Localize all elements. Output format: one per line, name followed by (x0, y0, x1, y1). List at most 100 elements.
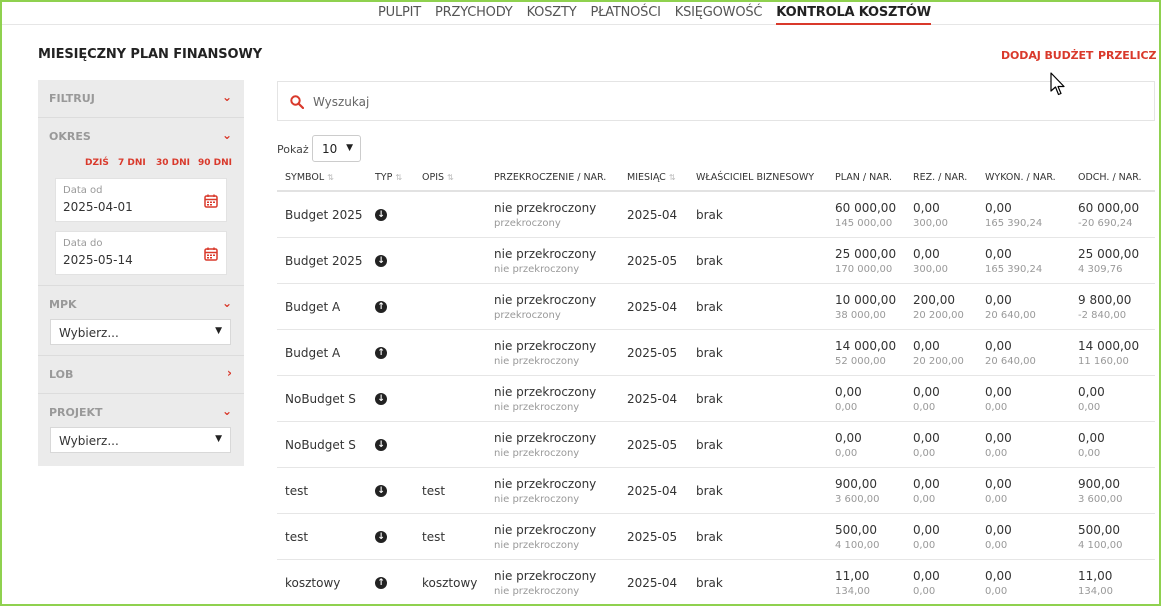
cell-rez: 0,00 (913, 201, 940, 215)
cell-miesiac: 2025-05 (627, 438, 678, 452)
recalculate-button[interactable]: PRZELICZ (1098, 49, 1156, 62)
search-icon (290, 95, 304, 109)
cell-przekroczenie: nie przekroczony (494, 247, 597, 261)
search-input[interactable]: Wyszukaj (277, 81, 1155, 121)
cell-symbol: Budget 2025 (285, 208, 363, 222)
cell-odch: 14 000,00 (1078, 339, 1140, 353)
cell-wlasciciel: brak (696, 254, 723, 268)
nav-item-koszty[interactable]: KOSZTY (527, 5, 577, 25)
cell-symbol: NoBudget S (285, 392, 356, 406)
cell-plan-nar: 52 000,00 (835, 356, 886, 367)
cell-wyk: 0,00 (985, 339, 1012, 353)
col-header-wlasciciel[interactable]: WŁAŚCICIEL BIZNESOWY (696, 172, 814, 183)
col-header-wykon[interactable]: WYKON. / NAR. (985, 172, 1056, 183)
cell-rez-nar: 0,00 (913, 586, 936, 597)
calendar-icon[interactable] (204, 247, 218, 261)
cell-symbol: test (285, 530, 309, 544)
cell-rez: 0,00 (913, 523, 940, 537)
project-select[interactable]: Wybierz... ▼ (50, 427, 231, 453)
cell-przekroczenie-nar: nie przekroczony (494, 540, 580, 551)
cell-przekroczenie: nie przekroczony (494, 201, 597, 215)
chevron-down-icon: ⌄ (221, 404, 232, 418)
nav-item-pulpit[interactable]: PULPIT (378, 5, 421, 25)
mpk-select[interactable]: Wybierz... ▼ (50, 319, 231, 345)
nav-item-przychody[interactable]: PRZYCHODY (435, 5, 513, 25)
filter-sidebar: FILTRUJ ⌄ OKRES ⌄ DZIŚ 7 DNI 30 DNI 90 D… (38, 80, 244, 466)
cell-odch-nar: -2 840,00 (1078, 310, 1127, 321)
cell-plan: 10 000,00 (835, 293, 897, 307)
cell-rez-nar: 300,00 (913, 264, 948, 275)
col-header-rez[interactable]: REZ. / NAR. (913, 172, 967, 183)
table-row[interactable]: Budget 2025 ↓ nie przekroczony przekroczony… (277, 192, 1155, 238)
col-header-opis[interactable]: OPIS ⇅ (422, 172, 454, 183)
lob-label: LOB (49, 368, 74, 381)
cell-wlasciciel: brak (696, 208, 723, 222)
col-header-miesiac[interactable]: MIESIĄC ⇅ (627, 172, 676, 183)
page-size-select[interactable]: 10 ▼ (312, 135, 361, 162)
cell-plan-nar: 170 000,00 (835, 264, 893, 275)
cell-symbol: Budget 2025 (285, 254, 363, 268)
calendar-icon[interactable] (204, 194, 218, 208)
cell-symbol: NoBudget S (285, 438, 356, 452)
cell-odch: 0,00 (1078, 431, 1105, 445)
cell-plan-nar: 38 000,00 (835, 310, 886, 321)
cell-miesiac: 2025-04 (627, 208, 678, 222)
table-row[interactable]: Budget 2025 ↓ nie przekroczony nie przekroc… (277, 238, 1155, 284)
cell-rez: 0,00 (913, 569, 940, 583)
col-header-przekroczenie[interactable]: PRZEKROCZENIE / NAR. (494, 172, 606, 183)
cell-rez-nar: 0,00 (913, 494, 936, 505)
table-row[interactable]: NoBudget S ↓ nie przekroczony nie przekrocz… (277, 376, 1155, 422)
quick-range-90-days[interactable]: 90 DNI (198, 158, 232, 168)
cell-plan: 25 000,00 (835, 247, 897, 261)
mpk-section-header[interactable]: MPK ⌄ (38, 286, 244, 322)
nav-item-ksiegowosc[interactable]: KSIĘGOWOŚĆ (675, 5, 763, 25)
nav-item-kontrola-kosztow[interactable]: KONTROLA KOSZTÓW (776, 5, 931, 25)
cell-wlasciciel: brak (696, 300, 723, 314)
table-row[interactable]: test ↓ test nie przekroczony nie przekroczon… (277, 514, 1155, 560)
cell-wyk-nar: 0,00 (985, 494, 1008, 505)
cell-plan: 0,00 (835, 431, 862, 445)
cell-odch-nar: 134,00 (1078, 586, 1113, 597)
table-row[interactable]: NoBudget S ↓ nie przekroczony nie przekrocz… (277, 422, 1155, 468)
cell-odch: 25 000,00 (1078, 247, 1140, 261)
table-row[interactable]: test ↓ test nie przekroczony nie przekroczon… (277, 468, 1155, 514)
sort-icon: ⇅ (395, 173, 403, 182)
cell-miesiac: 2025-05 (627, 346, 678, 360)
quick-range-today[interactable]: DZIŚ (85, 158, 109, 168)
quick-range-30-days[interactable]: 30 DNI (156, 158, 190, 168)
project-section-header[interactable]: PROJEKT ⌄ (38, 394, 244, 430)
filter-section-header[interactable]: FILTRUJ ⌄ (38, 80, 244, 116)
filter-label: FILTRUJ (49, 92, 95, 105)
col-header-odch[interactable]: ODCH. / NAR. (1078, 172, 1142, 183)
quick-range-7-days[interactable]: 7 DNI (118, 158, 146, 168)
period-section-header[interactable]: OKRES ⌄ (38, 118, 244, 154)
date-from-field[interactable]: Data od 2025-04-01 (55, 178, 227, 222)
col-header-symbol[interactable]: SYMBOL ⇅ (285, 172, 334, 183)
cell-wyk: 0,00 (985, 477, 1012, 491)
date-to-field[interactable]: Data do 2025-05-14 (55, 231, 227, 275)
col-header-typ[interactable]: TYP ⇅ (375, 172, 402, 183)
cell-rez-nar: 300,00 (913, 218, 948, 229)
table-row[interactable]: Budget A ↑ nie przekroczony przekroczony 202… (277, 284, 1155, 330)
nav-item-platnosci[interactable]: PŁATNOŚCI (590, 5, 660, 25)
add-budget-button[interactable]: DODAJ BUDŻET (1001, 49, 1093, 62)
arrow-down-circle-icon: ↓ (375, 209, 387, 221)
table-row[interactable]: kosztowy ↑ kosztowy nie przekroczony nie prz… (277, 560, 1155, 606)
lob-section-header[interactable]: LOB › (38, 356, 244, 392)
cell-plan: 11,00 (835, 569, 870, 583)
col-header-plan[interactable]: PLAN / NAR. (835, 172, 892, 183)
cell-wlasciciel: brak (696, 530, 723, 544)
period-label: OKRES (49, 130, 91, 143)
mpk-select-value: Wybierz... (59, 326, 119, 340)
cell-rez-nar: 20 200,00 (913, 356, 964, 367)
table-row[interactable]: Budget A ↑ nie przekroczony nie przekroczon… (277, 330, 1155, 376)
cell-przekroczenie: nie przekroczony (494, 431, 597, 445)
cell-rez: 0,00 (913, 385, 940, 399)
cell-symbol: Budget A (285, 346, 341, 360)
mouse-cursor-icon (1050, 72, 1065, 96)
cell-przekroczenie: nie przekroczony (494, 339, 597, 353)
cell-plan-nar: 0,00 (835, 448, 858, 459)
cell-plan-nar: 145 000,00 (835, 218, 893, 229)
cell-przekroczenie-nar: nie przekroczony (494, 586, 580, 597)
sort-icon: ⇅ (668, 173, 676, 182)
